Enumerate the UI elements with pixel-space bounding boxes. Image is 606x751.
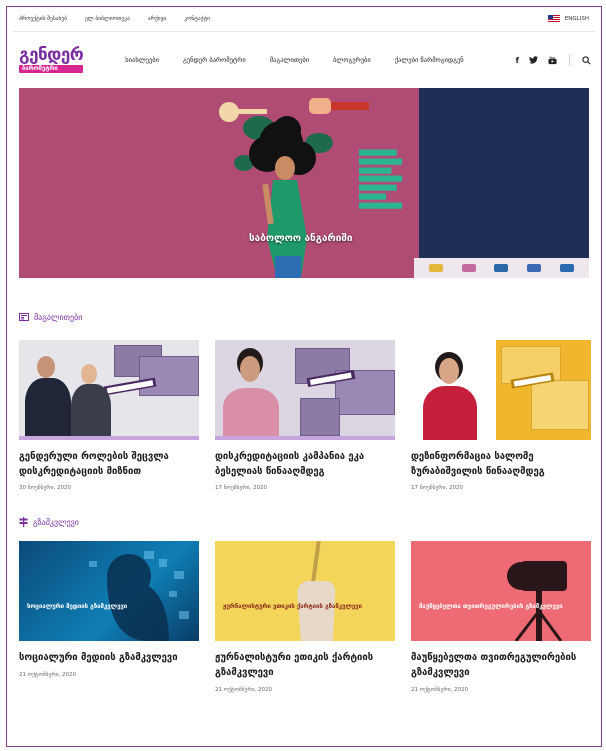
guide-card[interactable]: სოციალური მედიის გზამკვლევი სოციალური მე… <box>19 541 199 692</box>
nav-item-women-present[interactable]: ქალები წარმოგიდგენ <box>395 56 464 64</box>
partner-logo <box>559 264 574 272</box>
guide-thumbnail-text: მაუწყებელთა თვითრეგულირების გზამკვლევი <box>419 603 563 611</box>
nav-item-gender-barometer[interactable]: გენდერ ბარომეტრი <box>183 56 246 64</box>
thumbnail-poster <box>300 398 340 436</box>
hero-illustration <box>219 98 369 278</box>
article-card[interactable]: ▆▆▆▆▆▆▆▆▆ დისკრედიტაციის კამპანია ეკა ბე… <box>215 340 395 491</box>
partner-logo <box>429 264 444 272</box>
partner-logo <box>494 264 509 272</box>
top-link-contact[interactable]: კონტაქტი <box>184 16 210 22</box>
top-link-about[interactable]: პროექტის შესახებ <box>19 16 67 22</box>
top-link-library[interactable]: ელ ბიბლიოთეკა <box>85 16 130 22</box>
article-title[interactable]: დეზინფორმაცია სალომე ზურაბიშვილის წინააღ… <box>411 450 591 479</box>
guide-title[interactable]: სოციალური მედიის გზამკვლევი <box>19 651 199 666</box>
article-thumbnail[interactable]: ▆▆▆▆▆▆▆▆ <box>411 340 591 440</box>
language-switch[interactable]: ENGLISH <box>547 15 589 23</box>
thumbnail-person <box>240 356 260 382</box>
guide-title[interactable]: მაუწყებელთა თვითრეგულირების გზამკვლევი <box>411 651 591 680</box>
thumbnail-person <box>37 356 55 378</box>
facebook-icon[interactable]: f <box>516 56 519 65</box>
guide-thumbnail[interactable]: ჟურნალისტური ეთიკის ქარტიის გზამკვლევი <box>215 541 395 642</box>
thumbnail-illustration <box>297 541 336 642</box>
guide-thumbnail[interactable]: სოციალური მედიის გზამკვლევი <box>19 541 199 642</box>
partner-logos <box>414 258 589 278</box>
thumbnail-person <box>25 378 71 436</box>
signpost-icon <box>19 517 28 528</box>
site-logo[interactable]: გენდერ ბარომეტრი <box>19 45 84 73</box>
thumbnail-person <box>81 364 97 384</box>
hero-banner[interactable]: ▆▆▆▆▆▆▆ ▆▆▆▆▆▆▆▆ ▆▆▆▆▆▆ ▆▆▆▆▆▆▆▆ ▆▆▆▆▆▆▆ ▆▆▆▆… <box>19 88 589 278</box>
thumbnail-poster <box>139 356 199 396</box>
thumbnail-person <box>439 358 459 384</box>
us-flag-icon <box>547 15 560 23</box>
article-title[interactable]: დისკრედიტაციის კამპანია ეკა ბესელიას წინ… <box>215 450 395 479</box>
article-card[interactable]: ▆▆▆▆▆▆▆▆ დეზინფორმაცია სალომე ზურაბიშვილ… <box>411 340 591 491</box>
youtube-icon[interactable]: You <box>548 56 557 65</box>
social-links: f You <box>516 55 591 65</box>
thumbnail-illustration <box>507 561 567 642</box>
top-links: პროექტის შესახებ ელ ბიბლიოთეკა არქივი კო… <box>19 16 210 22</box>
article-thumbnail[interactable]: ▆▆▆▆▆▆▆▆▆▆ <box>19 340 199 440</box>
section-title-text[interactable]: გზამკვლევი <box>33 518 79 527</box>
nav-item-examples[interactable]: მაგალითები <box>270 56 309 64</box>
thumbnail-person <box>423 386 477 440</box>
nav-item-bloggers[interactable]: ბლოგერები <box>333 56 371 64</box>
thumbnail-poster <box>531 380 589 430</box>
social-separator <box>569 55 570 65</box>
section-title-guides: გზამკვლევი <box>7 515 601 529</box>
logo-line-1: გენდერ <box>19 45 84 65</box>
section-title-examples: მაგალითები <box>7 310 601 324</box>
thumbnail-person <box>71 384 111 436</box>
nav-item-news[interactable]: სიახლეები <box>125 56 159 64</box>
article-thumbnail[interactable]: ▆▆▆▆▆▆▆▆▆ <box>215 340 395 440</box>
logo-line-2: ბარომეტრი <box>19 65 84 73</box>
site-header: გენდერ ბარომეტრი სიახლეები გენდერ ბარომე… <box>7 32 601 88</box>
thumbnail-person <box>223 388 279 436</box>
search-icon[interactable] <box>582 55 591 65</box>
main-nav: სიახლეები გენდერ ბარომეტრი მაგალითები ბლ… <box>125 56 463 64</box>
partner-logo <box>527 264 542 272</box>
guide-thumbnail[interactable]: მაუწყებელთა თვითრეგულირების გზამკვლევი <box>411 541 591 642</box>
section-title-text[interactable]: მაგალითები <box>34 313 82 322</box>
newspaper-icon <box>19 313 29 321</box>
language-label: ENGLISH <box>564 16 589 22</box>
article-date: 30 ნოემბერი, 2020 <box>19 485 71 492</box>
top-link-archive[interactable]: არქივი <box>148 16 167 22</box>
guide-date: 21 ოქტომბერი, 2020 <box>411 686 469 693</box>
guide-card[interactable]: მაუწყებელთა თვითრეგულირების გზამკვლევი მ… <box>411 541 591 693</box>
article-card[interactable]: ▆▆▆▆▆▆▆▆▆▆ გენდერული როლების შეცვლა დისკ… <box>19 340 199 491</box>
guide-thumbnail-text: სოციალური მედიის გზამკვლევი <box>27 603 128 611</box>
article-title[interactable]: გენდერული როლების შეცვლა დისკრედიტაციის … <box>19 450 199 479</box>
page-frame: პროექტის შესახებ ელ ბიბლიოთეკა არქივი კო… <box>6 6 602 747</box>
guide-date: 21 ოქტომბერი, 2020 <box>215 686 273 693</box>
partner-logo <box>461 264 476 272</box>
top-bar: პროექტის შესახებ ელ ბიბლიოთეკა არქივი კო… <box>7 7 601 31</box>
hero-caption[interactable]: საბოლოო ანგარიში <box>249 233 353 244</box>
svg-text:You: You <box>548 56 555 59</box>
guides-list: სოციალური მედიის გზამკვლევი სოციალური მე… <box>7 541 601 693</box>
hero-poster-text: ▆▆▆▆▆▆▆ ▆▆▆▆▆▆▆▆ ▆▆▆▆▆▆ ▆▆▆▆▆▆▆▆ ▆▆▆▆▆▆▆ ▆▆▆▆… <box>359 148 403 209</box>
twitter-icon[interactable] <box>529 56 538 64</box>
thumbnail-illustration <box>89 551 189 642</box>
guide-title[interactable]: ჟურნალისტური ეთიკის ქარტიის გზამკვლევი <box>215 651 395 680</box>
guide-card[interactable]: ჟურნალისტური ეთიკის ქარტიის გზამკვლევი ჟ… <box>215 541 395 693</box>
article-date: 17 ნოემბერი, 2020 <box>215 485 267 492</box>
examples-list: ▆▆▆▆▆▆▆▆▆▆ გენდერული როლების შეცვლა დისკ… <box>7 340 601 491</box>
article-date: 17 ნოემბერი, 2020 <box>411 485 463 492</box>
guide-thumbnail-text: ჟურნალისტური ეთიკის ქარტიის გზამკვლევი <box>223 603 362 611</box>
guide-date: 21 ოქტომბერი, 2020 <box>19 672 77 679</box>
